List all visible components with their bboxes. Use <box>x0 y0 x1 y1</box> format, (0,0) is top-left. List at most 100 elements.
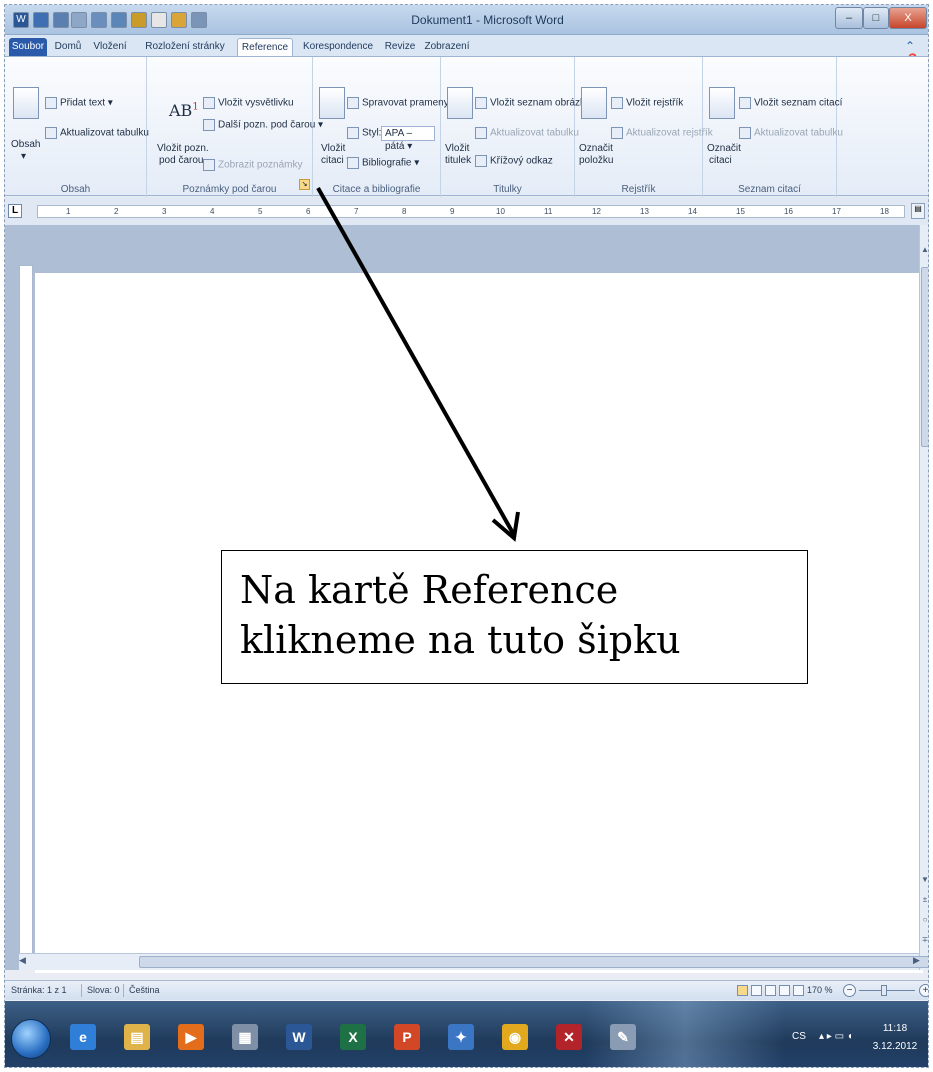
taskbar-app-paint[interactable]: ✎ <box>601 1015 645 1059</box>
tab-selector[interactable]: L <box>8 204 22 218</box>
input-language[interactable]: CS <box>792 1031 806 1042</box>
clock-time[interactable]: 11:18 <box>873 1023 917 1034</box>
outline-view-icon[interactable] <box>779 985 790 996</box>
taskbar-app-calculator[interactable]: ▦ <box>223 1015 267 1059</box>
taskbar-app-excel[interactable]: X <box>331 1015 375 1059</box>
scroll-left-icon[interactable]: ◀ <box>19 955 26 966</box>
update-figures-icon <box>475 127 487 139</box>
status-words[interactable]: Slova: 0 <box>87 985 120 995</box>
clock-date[interactable]: 3.12.2012 <box>871 1041 919 1052</box>
taskbar-app-acrobat[interactable]: ✕ <box>547 1015 591 1059</box>
insert-citation-label-1[interactable]: Vložit <box>321 143 345 154</box>
show-notes-icon <box>203 159 215 171</box>
insert-caption-label-2[interactable]: titulek <box>445 155 471 166</box>
update-authorities-button[interactable]: Aktualizovat tabulku <box>739 127 843 139</box>
mark-entry-label-2[interactable]: položku <box>579 155 613 166</box>
close-button[interactable]: X <box>889 7 927 29</box>
scroll-up-icon[interactable]: ▲ <box>920 245 928 254</box>
mark-entry-label-1[interactable]: Označit <box>579 143 613 154</box>
ruler-number: 14 <box>688 207 697 216</box>
status-language[interactable]: Čeština <box>129 985 160 995</box>
taskbar-app-media-player[interactable]: ▶ <box>169 1015 213 1059</box>
style-label-text: Styl: <box>362 127 382 139</box>
ruler-number: 4 <box>210 207 215 216</box>
print-layout-icon[interactable] <box>737 985 748 996</box>
show-notes-button[interactable]: Zobrazit poznámky <box>203 159 302 171</box>
mark-citation-label-1[interactable]: Označit <box>707 143 741 154</box>
cross-reference-button[interactable]: Křížový odkaz <box>475 155 553 167</box>
group-index: Označit položku Vložit rejstřík Aktualiz… <box>575 57 713 197</box>
previous-page-icon[interactable]: ± <box>920 895 928 904</box>
tab-insert[interactable]: Vložení <box>87 38 133 57</box>
scroll-down-icon[interactable]: ▼ <box>920 875 928 884</box>
tab-review[interactable]: Revize <box>381 38 419 57</box>
vertical-scroll-thumb[interactable] <box>921 267 928 447</box>
citation-style-value: APA – pátá <box>385 128 413 152</box>
horizontal-scrollbar[interactable]: ◀ ▶ <box>19 953 928 970</box>
insert-authorities-button[interactable]: Vložit seznam citací <box>739 97 842 109</box>
manage-sources-button[interactable]: Spravovat prameny <box>347 97 449 109</box>
window-title: Dokument1 - Microsoft Word <box>411 13 564 27</box>
screenshot-frame: W Dokument1 - Microsoft Word – □ X Soubo… <box>4 4 929 1068</box>
toc-button[interactable]: Obsah <box>11 139 40 150</box>
citation-style-select[interactable]: APA – pátá ▾ <box>381 126 435 152</box>
horizontal-scroll-thumb[interactable] <box>139 956 928 968</box>
add-text-button[interactable]: Přidat text ▾ <box>45 97 113 109</box>
add-text-label: Přidat text ▾ <box>60 97 113 109</box>
bibliography-button[interactable]: Bibliografie ▾ <box>347 157 419 169</box>
toc-icon <box>13 87 39 119</box>
scroll-right-icon[interactable]: ▶ <box>913 955 920 966</box>
add-text-icon <box>45 97 57 109</box>
zoom-slider-thumb[interactable] <box>881 985 887 996</box>
status-page[interactable]: Stránka: 1 z 1 <box>11 985 67 995</box>
table-of-figures-icon <box>475 97 487 109</box>
ruler-number: 12 <box>592 207 601 216</box>
web-layout-icon[interactable] <box>765 985 776 996</box>
start-button-icon[interactable] <box>11 1019 51 1059</box>
update-index-button[interactable]: Aktualizovat rejstřík <box>611 127 713 139</box>
next-footnote-button[interactable]: Další pozn. pod čarou ▾ <box>203 119 323 131</box>
tray-icons[interactable]: ▴ ▸ ▭ ◖ <box>819 1031 853 1042</box>
group-captions: Vložit titulek Vložit seznam obrázků Akt… <box>441 57 591 197</box>
vertical-scrollbar[interactable]: ▲ ▼ ± ○ ∓ <box>919 225 928 970</box>
ruler-number: 7 <box>354 207 359 216</box>
zoom-level[interactable]: 170 % <box>807 985 833 995</box>
full-screen-reading-icon[interactable] <box>751 985 762 996</box>
draft-view-icon[interactable] <box>793 985 804 996</box>
ruler-number: 17 <box>832 207 841 216</box>
tab-home[interactable]: Domů <box>51 38 85 57</box>
next-page-icon[interactable]: ∓ <box>920 935 928 944</box>
ruler-strip[interactable]: 1 2 3 4 5 6 7 8 9 10 11 12 13 14 15 16 1… <box>37 205 905 218</box>
insert-footnote-icon[interactable]: AB1 <box>169 101 199 120</box>
footnote-dialog-launcher-icon[interactable]: ↘ <box>299 179 310 190</box>
zoom-out-icon[interactable]: − <box>843 984 856 997</box>
taskbar-app-chrome[interactable]: ◉ <box>493 1015 537 1059</box>
tab-mailings[interactable]: Korespondence <box>297 38 379 57</box>
insert-footnote-label-1[interactable]: Vložit pozn. <box>157 143 209 154</box>
maximize-button[interactable]: □ <box>863 7 889 29</box>
taskbar-app-word[interactable]: W <box>277 1015 321 1059</box>
mark-citation-label-2[interactable]: citaci <box>709 155 732 166</box>
taskbar-app-powerpoint[interactable]: P <box>385 1015 429 1059</box>
insert-index-button[interactable]: Vložit rejstřík <box>611 97 683 109</box>
select-browse-object-icon[interactable]: ○ <box>920 915 928 924</box>
tab-page-layout[interactable]: Rozložení stránky <box>137 38 233 57</box>
tab-file[interactable]: Soubor <box>9 38 47 57</box>
tab-view[interactable]: Zobrazení <box>421 38 473 57</box>
update-toc-button[interactable]: Aktualizovat tabulku <box>45 127 149 139</box>
insert-table-of-figures-button[interactable]: Vložit seznam obrázků <box>475 97 591 109</box>
insert-footnote-label-2[interactable]: pod čarou <box>159 155 203 166</box>
taskbar-app-explorer[interactable]: ▤ <box>115 1015 159 1059</box>
zoom-in-icon[interactable]: + <box>919 984 928 997</box>
insert-endnote-button[interactable]: Vložit vysvětlivku <box>203 97 294 109</box>
minimize-button[interactable]: – <box>835 7 863 29</box>
view-ruler-icon[interactable]: ▤ <box>911 203 925 219</box>
tab-references[interactable]: Reference <box>237 38 293 57</box>
insert-caption-label-1[interactable]: Vložit <box>445 143 469 154</box>
toc-dropdown-arrow[interactable]: ▾ <box>21 151 26 162</box>
taskbar-app-network[interactable]: ✦ <box>439 1015 483 1059</box>
taskbar-app-ie[interactable]: e <box>61 1015 105 1059</box>
group-label-footnotes: Poznámky pod čarou <box>182 184 277 195</box>
update-figures-table-button[interactable]: Aktualizovat tabulku <box>475 127 579 139</box>
zoom-slider-track[interactable] <box>859 990 915 991</box>
